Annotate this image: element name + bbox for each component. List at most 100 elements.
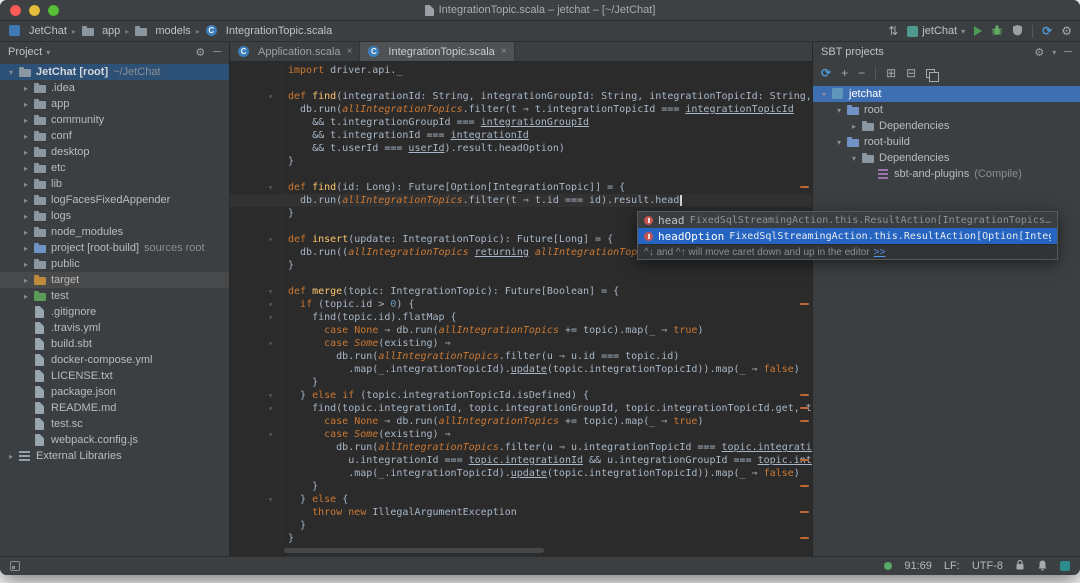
code-line[interactable]: db.run(allIntegrationTopics.filter(t ⇒ t… xyxy=(230,103,812,116)
debug-button[interactable] xyxy=(991,24,1003,39)
project-tree-item[interactable]: build.sbt xyxy=(0,336,229,352)
code-line[interactable]: && t.integrationGroupId === integrationG… xyxy=(230,116,812,129)
code-line[interactable]: ▾ find(topic.integrationId, topic.integr… xyxy=(230,402,812,415)
project-tree-item[interactable]: ▸ test xyxy=(0,288,229,304)
expand-arrow-icon[interactable]: ▸ xyxy=(19,164,33,173)
sbt-tree-item[interactable]: ▸ Dependencies xyxy=(813,118,1080,134)
code-line[interactable]: db.run(allIntegrationTopics.filter(u ⇒ u… xyxy=(230,350,812,363)
toolwindow-toggle-icon[interactable] xyxy=(10,561,20,571)
coverage-button[interactable] xyxy=(1012,24,1023,39)
expand-arrow-icon[interactable]: ▸ xyxy=(19,228,33,237)
expand-arrow-icon[interactable]: ▸ xyxy=(19,196,33,205)
editor-tab[interactable]: IntegrationTopic.scala × xyxy=(360,42,515,61)
collapse-arrow-icon[interactable]: ▾ xyxy=(817,90,831,99)
add-icon[interactable]: + xyxy=(841,67,848,79)
refresh-icon[interactable]: ⟳ xyxy=(821,67,831,79)
code-line[interactable]: } xyxy=(230,376,812,389)
project-tree-item[interactable]: ▸ desktop xyxy=(0,144,229,160)
project-tree-item[interactable]: docker-compose.yml xyxy=(0,352,229,368)
code-line[interactable]: .map(_.integrationTopicId).update(topic.… xyxy=(230,467,812,480)
expand-arrow-icon[interactable]: ▸ xyxy=(19,84,33,93)
fold-arrow-icon[interactable]: ▾ xyxy=(230,311,282,324)
code-line[interactable]: db.run(allIntegrationTopics.filter(t ⇒ t… xyxy=(230,194,812,207)
hide-panel-icon[interactable]: ─ xyxy=(213,46,221,58)
project-tree-item[interactable]: ▸ project [root-build] sources root xyxy=(0,240,229,256)
code-line[interactable]: ▾ find(topic.id).flatMap { xyxy=(230,311,812,324)
code-line[interactable]: case None ⇒ db.run(allIntegrationTopics … xyxy=(230,415,812,428)
error-stripe-mark[interactable] xyxy=(800,303,809,305)
expand-arrow-icon[interactable]: ▸ xyxy=(4,452,18,461)
error-stripe-mark[interactable] xyxy=(800,485,809,487)
sbt-tree-item[interactable]: ▾ root-build xyxy=(813,134,1080,150)
layout-toggle-icon[interactable]: ⇅ xyxy=(888,25,898,37)
code-line[interactable] xyxy=(230,168,812,181)
scala-highlighting-icon[interactable] xyxy=(884,562,893,570)
code-line[interactable]: u.integrationId === topic.integrationId … xyxy=(230,454,812,467)
sbt-tree-item[interactable]: ▾ root xyxy=(813,102,1080,118)
code-line[interactable]: } xyxy=(230,480,812,493)
code-line[interactable]: import driver.api._ xyxy=(230,64,812,77)
code-line[interactable]: ▾ case Some(existing) ⇒ xyxy=(230,428,812,441)
line-separator[interactable]: LF: xyxy=(944,560,960,572)
code-line[interactable]: ▾ def find(id: Long): Future[Option[Integ… xyxy=(230,181,812,194)
project-tree-item[interactable]: ▸ logs xyxy=(0,208,229,224)
expand-arrow-icon[interactable]: ▸ xyxy=(19,116,33,125)
notifications-bell-icon[interactable] xyxy=(1037,559,1048,574)
project-tree-item[interactable]: ▸ app xyxy=(0,96,229,112)
expand-arrow-icon[interactable]: ▸ xyxy=(19,180,33,189)
hide-panel-icon[interactable]: ─ xyxy=(1064,46,1072,58)
code-line[interactable]: && t.userId === userId).result.headOptio… xyxy=(230,142,812,155)
collapse-arrow-icon[interactable]: ▾ xyxy=(4,68,18,77)
file-encoding[interactable]: UTF-8 xyxy=(972,560,1003,572)
expand-arrow-icon[interactable]: ▸ xyxy=(19,292,33,301)
fold-arrow-icon[interactable]: ▾ xyxy=(230,298,282,311)
close-window-button[interactable] xyxy=(10,4,21,16)
code-line[interactable]: ▾ if (topic.id > 0) { xyxy=(230,298,812,311)
project-panel-title[interactable]: Project xyxy=(8,46,42,58)
horizontal-scrollbar[interactable] xyxy=(284,548,544,553)
project-tree-item[interactable]: package.json xyxy=(0,384,229,400)
gear-icon[interactable]: ⚙ xyxy=(1034,46,1044,59)
remove-icon[interactable]: − xyxy=(858,67,865,79)
fold-arrow-icon[interactable]: ▾ xyxy=(230,285,282,298)
project-tree-item[interactable]: test.sc xyxy=(0,416,229,432)
error-stripe-mark[interactable] xyxy=(800,511,809,513)
breadcrumb-item[interactable]: IntegrationTopic.scala xyxy=(205,25,332,37)
expand-arrow-icon[interactable]: ▸ xyxy=(19,276,33,285)
fold-arrow-icon[interactable]: ▾ xyxy=(230,428,282,441)
code-line[interactable]: ▾ case Some(existing) ⇒ xyxy=(230,337,812,350)
error-stripe-mark[interactable] xyxy=(800,186,809,188)
completion-item[interactable]: headOption FixedSqlStreamingAction.this.R… xyxy=(638,228,1057,244)
fold-arrow-icon[interactable]: ▾ xyxy=(230,337,282,350)
minimize-window-button[interactable] xyxy=(29,4,40,16)
collapse-arrow-icon[interactable]: ▾ xyxy=(832,106,846,115)
breadcrumb-item[interactable]: app xyxy=(81,25,120,37)
code-line[interactable] xyxy=(230,77,812,90)
error-stripe-mark[interactable] xyxy=(800,394,809,396)
code-line[interactable]: ▾ } else { xyxy=(230,493,812,506)
settings-gear-icon[interactable]: ⚙ xyxy=(1061,25,1072,37)
project-tree-item[interactable]: ▸ node_modules xyxy=(0,224,229,240)
sbt-panel-title[interactable]: SBT projects xyxy=(821,46,884,58)
project-tree-item[interactable]: ▾ JetChat [root] ~/JetChat xyxy=(0,64,229,80)
fold-arrow-icon[interactable]: ▾ xyxy=(230,233,282,246)
error-stripe-mark[interactable] xyxy=(800,537,809,539)
project-tree-item[interactable]: ▸ target xyxy=(0,272,229,288)
code-editor[interactable]: import driver.api._ ▾ def find(integration… xyxy=(230,62,812,556)
expand-arrow-icon[interactable]: ▸ xyxy=(847,122,861,131)
project-tree-item[interactable]: ▸ community xyxy=(0,112,229,128)
close-tab-icon[interactable]: × xyxy=(501,46,507,57)
sbt-refresh-icon[interactable]: ⟳ xyxy=(1042,25,1052,37)
project-tree-item[interactable]: webpack.config.js xyxy=(0,432,229,448)
collapse-all-icon[interactable]: ⊟ xyxy=(906,67,916,79)
fold-arrow-icon[interactable]: ▾ xyxy=(230,90,282,103)
fold-arrow-icon[interactable]: ▾ xyxy=(230,389,282,402)
run-config-selector[interactable]: jetChat ▾ xyxy=(907,25,965,37)
caret-position[interactable]: 91:69 xyxy=(904,560,932,572)
project-tree-item[interactable]: .travis.yml xyxy=(0,320,229,336)
code-line[interactable]: ▾ } else if (topic.integrationTopicId.is… xyxy=(230,389,812,402)
code-line[interactable]: ▾ def find(integrationId: String, integra… xyxy=(230,90,812,103)
code-line[interactable]: case None ⇒ db.run(allIntegrationTopics … xyxy=(230,324,812,337)
gear-icon[interactable]: ⚙ xyxy=(195,46,205,59)
zoom-window-button[interactable] xyxy=(48,4,59,16)
